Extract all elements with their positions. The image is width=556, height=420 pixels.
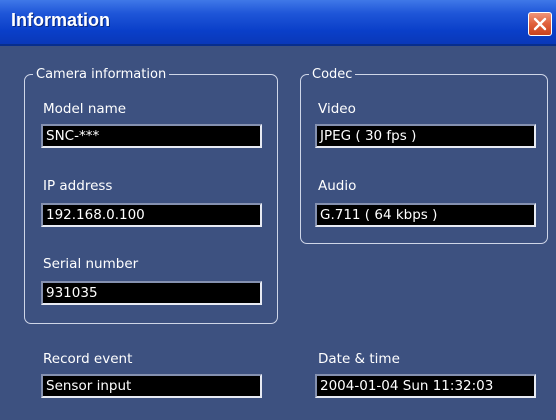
ip-address-label: IP address: [43, 178, 113, 194]
serial-number-label: Serial number: [43, 256, 139, 272]
record-event-label: Record event: [43, 351, 133, 367]
audio-field: G.711 ( 64 kbps ): [315, 203, 536, 227]
close-button[interactable]: [528, 12, 552, 36]
serial-number-field: 931035: [41, 281, 262, 305]
codec-legend: Codec: [309, 67, 356, 82]
video-field: JPEG ( 30 fps ): [315, 124, 536, 148]
date-time-field: 2004-01-04 Sun 11:32:03: [315, 374, 536, 398]
title-bar[interactable]: Information: [0, 0, 556, 46]
model-name-label: Model name: [43, 101, 127, 117]
video-label: Video: [318, 101, 356, 117]
model-name-field: SNC-***: [41, 124, 262, 148]
ip-address-field: 192.168.0.100: [41, 203, 262, 227]
record-event-field: Sensor input: [41, 374, 262, 398]
date-time-label: Date & time: [318, 351, 400, 367]
information-dialog: Information Camera information Model nam…: [0, 0, 556, 420]
audio-label: Audio: [318, 178, 357, 194]
close-icon: [533, 17, 547, 31]
camera-information-legend: Camera information: [33, 67, 170, 82]
window-title: Information: [11, 10, 110, 30]
